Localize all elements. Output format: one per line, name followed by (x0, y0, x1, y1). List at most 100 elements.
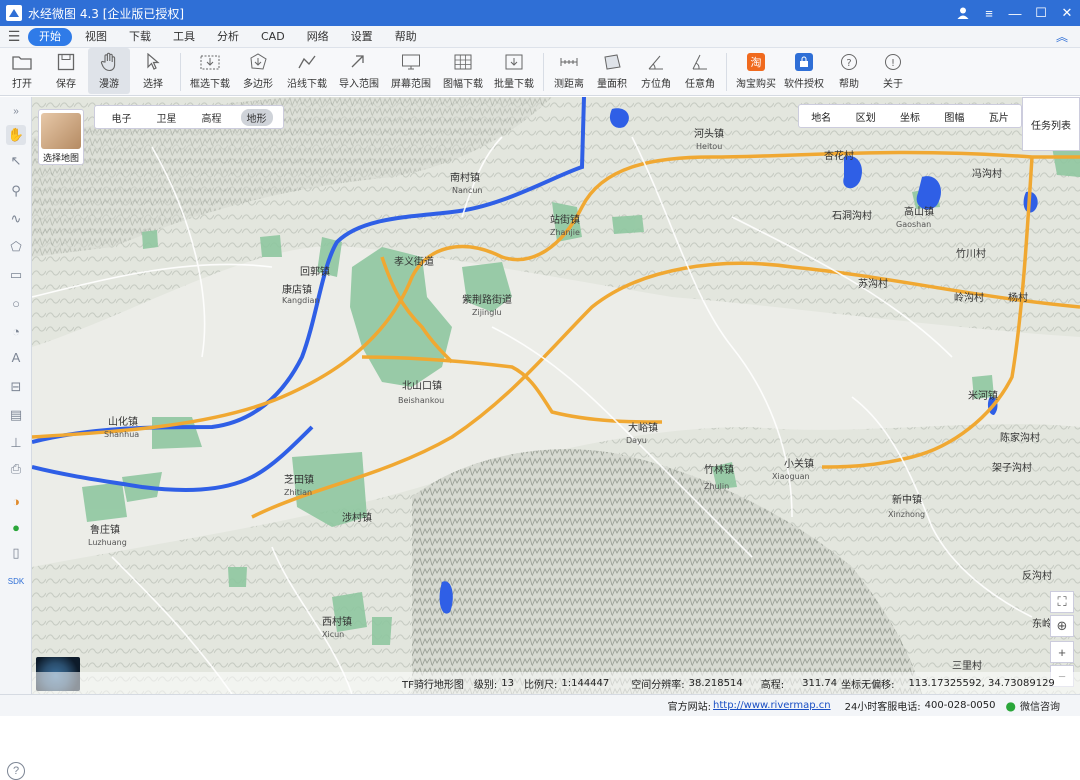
ruler-tool-icon[interactable]: ⊟ (6, 377, 26, 397)
menu-view[interactable]: 视图 (74, 28, 118, 46)
tab-map-sheets[interactable]: 图幅 (944, 109, 964, 124)
menu-help[interactable]: 帮助 (384, 28, 428, 46)
menu-settings[interactable]: 设置 (340, 28, 384, 46)
place-label-en: Zhanjie (550, 228, 580, 237)
taobao-buy-button[interactable]: 淘 淘宝购买 (731, 48, 781, 94)
hand-icon (98, 52, 120, 72)
import-range-button[interactable]: 导入范围 (333, 48, 385, 94)
measure-distance-button[interactable]: 测距离 (548, 48, 590, 94)
select-button[interactable]: 选择 (130, 48, 176, 94)
menu-cad[interactable]: CAD (250, 28, 296, 46)
tab-place-names[interactable]: 地名 (811, 109, 831, 124)
sector-tool-icon[interactable]: ◔ (6, 321, 26, 341)
box-download-button[interactable]: 框选下载 (185, 48, 235, 94)
map-thumbnail (41, 113, 81, 149)
cursor-icon (142, 52, 164, 72)
menu-analysis[interactable]: 分析 (206, 28, 250, 46)
text-tool-icon[interactable]: A (6, 347, 26, 367)
maximize-icon[interactable]: ☐ (1028, 0, 1054, 26)
sdk-icon[interactable]: SDK (6, 571, 26, 591)
help-button[interactable]: ? 帮助 (827, 48, 871, 94)
circle-tool-icon[interactable]: ○ (6, 293, 26, 313)
website-link[interactable]: http://www.rivermap.cn (713, 700, 831, 711)
save-label: 保存 (56, 79, 76, 90)
map-canvas[interactable]: 河头镇 Heitou 南村镇 Nancun 站街镇 Zhanjie 孝义街道 紫… (32, 97, 1080, 694)
place-label: 康店镇 (282, 283, 312, 296)
plugin-icon[interactable]: ◑ (6, 491, 26, 511)
marker-tool-icon[interactable]: ⚲ (6, 181, 26, 201)
place-label: 孝义街道 (394, 255, 434, 268)
batch-download-button[interactable]: 批量下载 (489, 48, 539, 94)
level-value: 13 (501, 677, 514, 689)
any-angle-label: 任意角 (685, 79, 715, 90)
any-angle-button[interactable]: 任意角 (678, 48, 722, 94)
place-label: 岭沟村 (954, 291, 984, 304)
site-label: 官方网站: (667, 702, 712, 713)
select-map-label: 选择地图 (42, 154, 79, 164)
menu-start[interactable]: 开始 (28, 27, 72, 46)
layers-tool-icon[interactable]: ▤ (6, 405, 26, 425)
azimuth-button[interactable]: 方位角 (634, 48, 678, 94)
place-label: 冯沟村 (972, 167, 1002, 180)
tab-districts[interactable]: 区划 (856, 109, 876, 124)
box-download-label: 框选下载 (190, 79, 230, 90)
wechat-plugin-icon[interactable]: ● (6, 517, 26, 537)
sheet-download-label: 图幅下载 (443, 79, 483, 90)
resolution-value: 38.218514 (688, 677, 743, 689)
angle-icon (689, 52, 711, 72)
close-icon[interactable]: ✕ (1054, 0, 1080, 26)
place-label: 鲁庄镇 (90, 523, 120, 536)
line-tool-icon[interactable]: ∿ (6, 209, 26, 229)
tab-coordinates[interactable]: 坐标 (900, 109, 920, 124)
hamburger-icon[interactable]: ☰ (0, 28, 28, 45)
locate-icon[interactable]: ⊕ (1050, 615, 1074, 637)
rectangle-tool-icon[interactable]: ▭ (6, 265, 26, 285)
sheet-download-button[interactable]: 图幅下载 (437, 48, 489, 94)
maptype-elevation[interactable]: 高程 (196, 109, 228, 126)
collapse-ribbon-icon[interactable]: ︽ (1056, 28, 1068, 45)
task-list-button[interactable]: 任务列表 (1022, 97, 1080, 151)
measure-distance-label: 测距离 (554, 79, 584, 90)
about-button[interactable]: ! 关于 (871, 48, 915, 94)
mobile-icon[interactable]: ▯ (6, 543, 26, 563)
line-download-button[interactable]: 沿线下载 (281, 48, 333, 94)
tab-tiles[interactable]: 瓦片 (989, 109, 1009, 124)
wechat-consult-link[interactable]: 微信咨询 (1020, 698, 1060, 713)
polygon-tool-icon[interactable]: ⬠ (6, 237, 26, 257)
hand-tool-icon[interactable]: ✋ (6, 125, 26, 145)
polygon-button[interactable]: 多边形 (235, 48, 281, 94)
measure-area-button[interactable]: 量面积 (590, 48, 634, 94)
window-title: 水经微图 4.3 [企业版已授权] (28, 6, 185, 21)
license-label: 软件授权 (784, 79, 824, 90)
expand-icon[interactable]: » (6, 101, 26, 121)
maptype-terrain[interactable]: 地形 (240, 108, 273, 126)
minimize-icon[interactable]: — (1002, 0, 1028, 26)
menu-network[interactable]: 网络 (296, 28, 340, 46)
pan-label: 漫游 (99, 79, 119, 90)
menu-tools[interactable]: 工具 (162, 28, 206, 46)
maptype-electronic[interactable]: 电子 (106, 109, 138, 126)
print-tool-icon[interactable]: ⎙ (6, 459, 26, 479)
screen-range-label: 屏幕范围 (391, 79, 431, 90)
fullscreen-icon[interactable]: ⛶ (1050, 591, 1074, 613)
coordinate-value: 113.17325592, 34.73089129 (908, 677, 1055, 689)
help-circle-icon[interactable]: ? (7, 762, 25, 780)
about-label: 关于 (883, 79, 903, 90)
pointer-tool-icon[interactable]: ↖ (6, 151, 26, 171)
chart-tool-icon[interactable]: ⊥ (6, 433, 26, 453)
menu-download[interactable]: 下载 (118, 28, 162, 46)
open-button[interactable]: 打开 (0, 48, 44, 94)
user-icon[interactable] (950, 0, 976, 26)
menu-icon[interactable]: ≡ (976, 0, 1002, 26)
license-button[interactable]: 软件授权 (781, 48, 827, 94)
polygon-icon (247, 52, 269, 72)
taobao-buy-label: 淘宝购买 (736, 79, 776, 90)
screen-range-button[interactable]: 屏幕范围 (385, 48, 437, 94)
save-button[interactable]: 保存 (44, 48, 88, 94)
resolution-label: 空间分辨率: (631, 679, 685, 691)
folder-icon (11, 52, 33, 72)
select-map-button[interactable]: 选择地图 (38, 109, 84, 165)
zoom-in-button[interactable]: + (1050, 641, 1074, 663)
maptype-satellite[interactable]: 卫星 (151, 109, 183, 126)
pan-button[interactable]: 漫游 (88, 48, 130, 94)
